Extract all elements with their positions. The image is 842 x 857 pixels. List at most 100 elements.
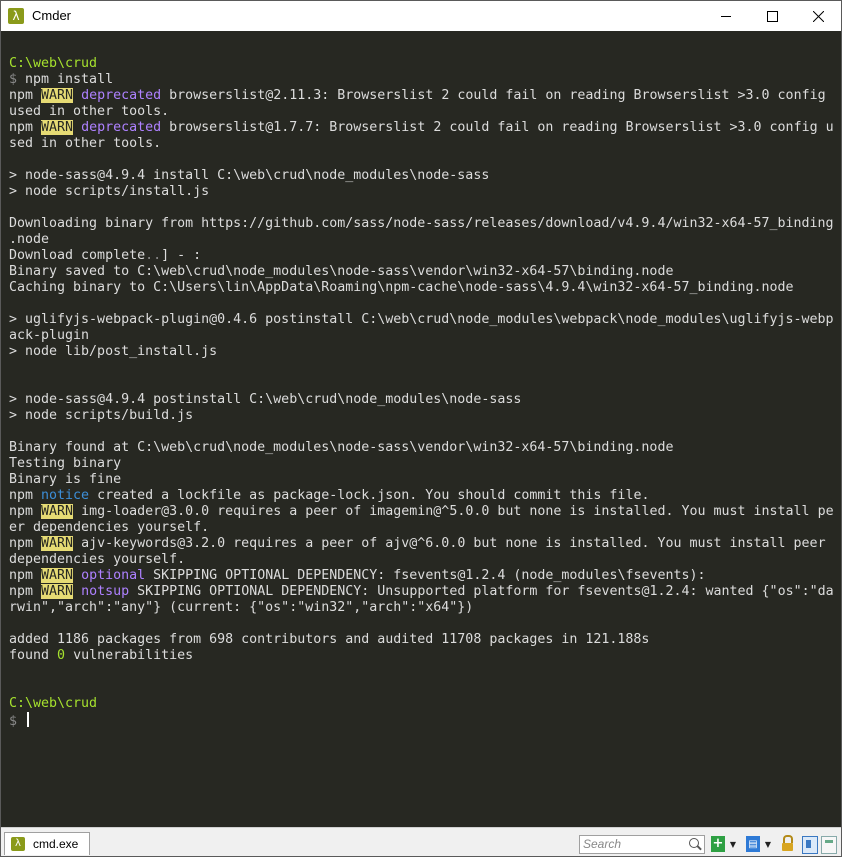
close-button[interactable] bbox=[795, 1, 841, 31]
terminal-text: optional bbox=[81, 568, 146, 583]
terminal-text: Downloading binary from https://github.c… bbox=[9, 216, 834, 231]
terminal-text: npm bbox=[9, 504, 42, 519]
terminal-text: deprecated bbox=[81, 88, 162, 103]
terminal-line: rwin","arch":"any"} (current: {"os":"win… bbox=[9, 600, 834, 616]
status-bar: λ cmd.exe Search + ▼ ▤ ▼ bbox=[1, 827, 841, 856]
terminal-line: Binary found at C:\web\crud\node_modules… bbox=[9, 440, 834, 456]
terminal-area[interactable]: C:\web\crud $ npm install npm WARN depreca… bbox=[1, 31, 841, 827]
terminal-text: > node-sass@4.9.4 install C:\web\crud\no… bbox=[9, 168, 490, 183]
terminal-text: C:\web\crud bbox=[9, 56, 98, 71]
search-placeholder: Search bbox=[583, 837, 622, 851]
new-console-plus-icon[interactable]: + bbox=[711, 836, 725, 852]
lock-icon[interactable] bbox=[782, 835, 794, 852]
terminal-text: SKIPPING OPTIONAL DEPENDENCY: Unsupporte… bbox=[129, 584, 834, 599]
terminal-text: > node scripts/install.js bbox=[9, 184, 210, 199]
terminal-line: > node scripts/build.js bbox=[9, 408, 834, 424]
terminal-line: > uglifyjs-webpack-plugin@0.4.6 postinst… bbox=[9, 312, 834, 328]
terminal-text: Binary is fine bbox=[9, 472, 122, 487]
terminal-line: .node bbox=[9, 232, 834, 248]
title-bar[interactable]: λ Cmder bbox=[1, 1, 841, 31]
search-icon[interactable] bbox=[689, 838, 699, 848]
maximize-button[interactable] bbox=[749, 1, 795, 31]
terminal-text: found bbox=[9, 648, 58, 663]
terminal-line: npm WARN deprecated browserslist@2.11.3:… bbox=[9, 88, 834, 104]
terminal-text: npm bbox=[9, 88, 42, 103]
close-icon bbox=[812, 10, 824, 22]
terminal-line: found 0 vulnerabilities bbox=[9, 648, 834, 664]
terminal-line: > node-sass@4.9.4 install C:\web\crud\no… bbox=[9, 168, 834, 184]
terminal-text: Testing binary bbox=[9, 456, 122, 471]
terminal-line: npm WARN notsup SKIPPING OPTIONAL DEPEND… bbox=[9, 584, 834, 600]
text-cursor bbox=[27, 712, 30, 727]
warn-badge: WARN bbox=[41, 536, 74, 551]
terminal-text: Caching binary to C:\Users\lin\AppData\R… bbox=[9, 280, 794, 295]
terminal-line: dependencies yourself. bbox=[9, 552, 834, 568]
terminal-text: rwin","arch":"any"} (current: {"os":"win… bbox=[9, 600, 474, 615]
minimize-button[interactable] bbox=[703, 1, 749, 31]
lambda-icon[interactable]: λ bbox=[8, 8, 24, 24]
warn-badge: WARN bbox=[41, 88, 74, 103]
terminal-line: Testing binary bbox=[9, 456, 834, 472]
terminal-text: > node scripts/build.js bbox=[9, 408, 194, 423]
terminal-text: npm bbox=[9, 584, 42, 599]
terminal-line: C:\web\crud bbox=[9, 56, 834, 72]
terminal-text: Binary found at C:\web\crud\node_modules… bbox=[9, 440, 674, 455]
lambda-icon: λ bbox=[11, 837, 25, 851]
terminal-line: $ bbox=[9, 712, 834, 729]
terminal-line: Caching binary to C:\Users\lin\AppData\R… bbox=[9, 280, 834, 296]
warn-badge: WARN bbox=[41, 568, 74, 583]
warn-badge: WARN bbox=[41, 120, 74, 135]
terminal-text: notsup bbox=[81, 584, 130, 599]
terminal-text: used in other tools. bbox=[9, 104, 170, 119]
terminal-text: SKIPPING OPTIONAL DEPENDENCY: fsevents@1… bbox=[145, 568, 706, 583]
window-title: Cmder bbox=[32, 8, 72, 23]
split-layout-icon[interactable] bbox=[802, 836, 818, 854]
chevron-down-icon[interactable]: ▼ bbox=[729, 836, 737, 852]
terminal-line: Binary saved to C:\web\crud\node_modules… bbox=[9, 264, 834, 280]
search-input[interactable]: Search bbox=[579, 835, 705, 854]
tab-label: cmd.exe bbox=[33, 837, 79, 851]
terminal-text: $ bbox=[9, 72, 26, 87]
chevron-down-icon[interactable]: ▼ bbox=[764, 836, 772, 852]
terminal-text: .node bbox=[9, 232, 50, 247]
console-tab[interactable]: λ cmd.exe bbox=[4, 832, 90, 855]
terminal-text: C:\web\crud bbox=[9, 696, 98, 711]
terminal-line: > node-sass@4.9.4 postinstall C:\web\cru… bbox=[9, 392, 834, 408]
terminal-output: C:\web\crud $ npm install npm WARN depreca… bbox=[9, 56, 834, 729]
terminal-line: npm notice created a lockfile as package… bbox=[9, 488, 834, 504]
terminal-text: Binary saved to C:\web\crud\node_modules… bbox=[9, 264, 674, 279]
panel-layout-icon[interactable] bbox=[821, 836, 837, 854]
terminal-text: .. bbox=[145, 248, 162, 263]
terminal-text: Download complete bbox=[9, 248, 146, 263]
warn-badge: WARN bbox=[41, 584, 74, 599]
terminal-text: npm bbox=[9, 488, 42, 503]
terminal-line: npm WARN deprecated browserslist@1.7.7: … bbox=[9, 120, 834, 136]
terminal-text: npm install bbox=[25, 72, 114, 87]
terminal-text: er dependencies yourself. bbox=[9, 520, 210, 535]
terminal-text: browserslist@2.11.3: Browserslist 2 coul… bbox=[161, 88, 826, 103]
terminal-text: notice bbox=[41, 488, 90, 503]
terminal-text: img-loader@3.0.0 requires a peer of imag… bbox=[73, 504, 834, 519]
terminal-line: Binary is fine bbox=[9, 472, 834, 488]
terminal-text: sed in other tools. bbox=[9, 136, 162, 151]
terminal-line: Download complete..] - : bbox=[9, 248, 834, 264]
terminal-text: vulnerabilities bbox=[65, 648, 194, 663]
console-list-icon[interactable]: ▤ bbox=[746, 836, 760, 852]
terminal-line: sed in other tools. bbox=[9, 136, 834, 152]
terminal-line: Downloading binary from https://github.c… bbox=[9, 216, 834, 232]
terminal-text: ajv-keywords@3.2.0 requires a peer of aj… bbox=[73, 536, 826, 551]
terminal-line: npm WARN optional SKIPPING OPTIONAL DEPE… bbox=[9, 568, 834, 584]
terminal-line: > node lib/post_install.js bbox=[9, 344, 834, 360]
terminal-text: browserslist@1.7.7: Browserslist 2 could… bbox=[161, 120, 834, 135]
terminal-line: > node scripts/install.js bbox=[9, 184, 834, 200]
terminal-text: npm bbox=[9, 120, 42, 135]
